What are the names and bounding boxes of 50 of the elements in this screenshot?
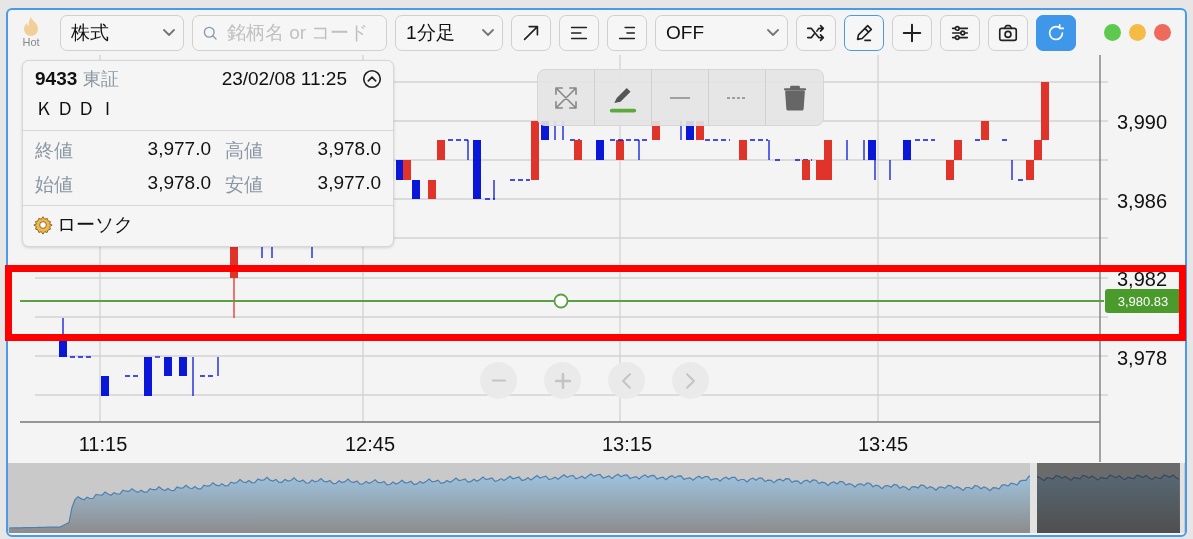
time-tick-label: 12:45 <box>344 433 396 455</box>
field-label: 始値 <box>35 173 74 197</box>
collapse-button[interactable] <box>361 68 383 90</box>
shuffle-button[interactable] <box>796 14 836 51</box>
field-value: 3,978.0 <box>316 138 381 161</box>
field-label: 安値 <box>224 173 264 197</box>
caret-icon <box>482 29 494 36</box>
price-tick-label: 3,986 <box>1116 189 1168 212</box>
exchange-label: 東証 <box>83 68 120 91</box>
window-control[interactable] <box>1104 24 1121 41</box>
crosshair-button[interactable] <box>892 14 932 51</box>
plus-icon <box>554 372 571 389</box>
chart-type-button[interactable]: ローソク <box>23 206 143 246</box>
trend-button[interactable] <box>511 14 551 51</box>
chevron-up-icon <box>361 68 383 90</box>
stock-name: ＫＤＤＩ <box>34 97 120 121</box>
range-navigator[interactable] <box>8 463 1185 533</box>
flame-icon <box>23 17 39 36</box>
dropdown[interactable]: OFF <box>655 14 788 51</box>
field-value: 3,977.0 <box>146 138 211 161</box>
dropdown[interactable]: 株式 <box>60 14 184 51</box>
price-tick-label: 3,990 <box>1116 111 1168 133</box>
price-label: 3,980.83 <box>1105 289 1181 313</box>
window-control[interactable] <box>1154 24 1171 41</box>
line-handle[interactable] <box>553 293 569 309</box>
dropdown[interactable]: 1分足 <box>395 14 503 51</box>
price-tick-label: 3,982 <box>1116 268 1168 290</box>
datetime-label: 23/02/08 11:25 <box>221 68 347 90</box>
price-tick-label: 3,978 <box>1116 346 1168 369</box>
caret-icon <box>767 29 779 36</box>
refresh-button[interactable] <box>1036 14 1076 51</box>
pencil-button[interactable] <box>844 14 884 51</box>
field-label: 高値 <box>224 139 264 163</box>
time-tick-label: 11:15 <box>78 433 128 455</box>
caret-icon <box>163 29 175 36</box>
chevron-right-icon <box>686 372 695 389</box>
bars-left-button[interactable] <box>559 14 599 51</box>
field-label: 終値 <box>35 139 74 163</box>
time-tick-label: 13:45 <box>857 433 909 455</box>
gear-icon <box>33 215 53 235</box>
camera-button[interactable] <box>988 14 1028 51</box>
field-value: 3,978.0 <box>146 172 211 195</box>
chevron-left-icon <box>622 372 631 389</box>
sliders-button[interactable] <box>940 14 980 51</box>
plus-icon <box>901 21 923 44</box>
stock-code: 9433 <box>35 68 78 90</box>
time-tick-label: 13:15 <box>601 433 653 455</box>
field-value: 3,977.0 <box>316 172 381 195</box>
minus-icon <box>490 379 507 382</box>
bars-right-button[interactable] <box>607 14 647 51</box>
